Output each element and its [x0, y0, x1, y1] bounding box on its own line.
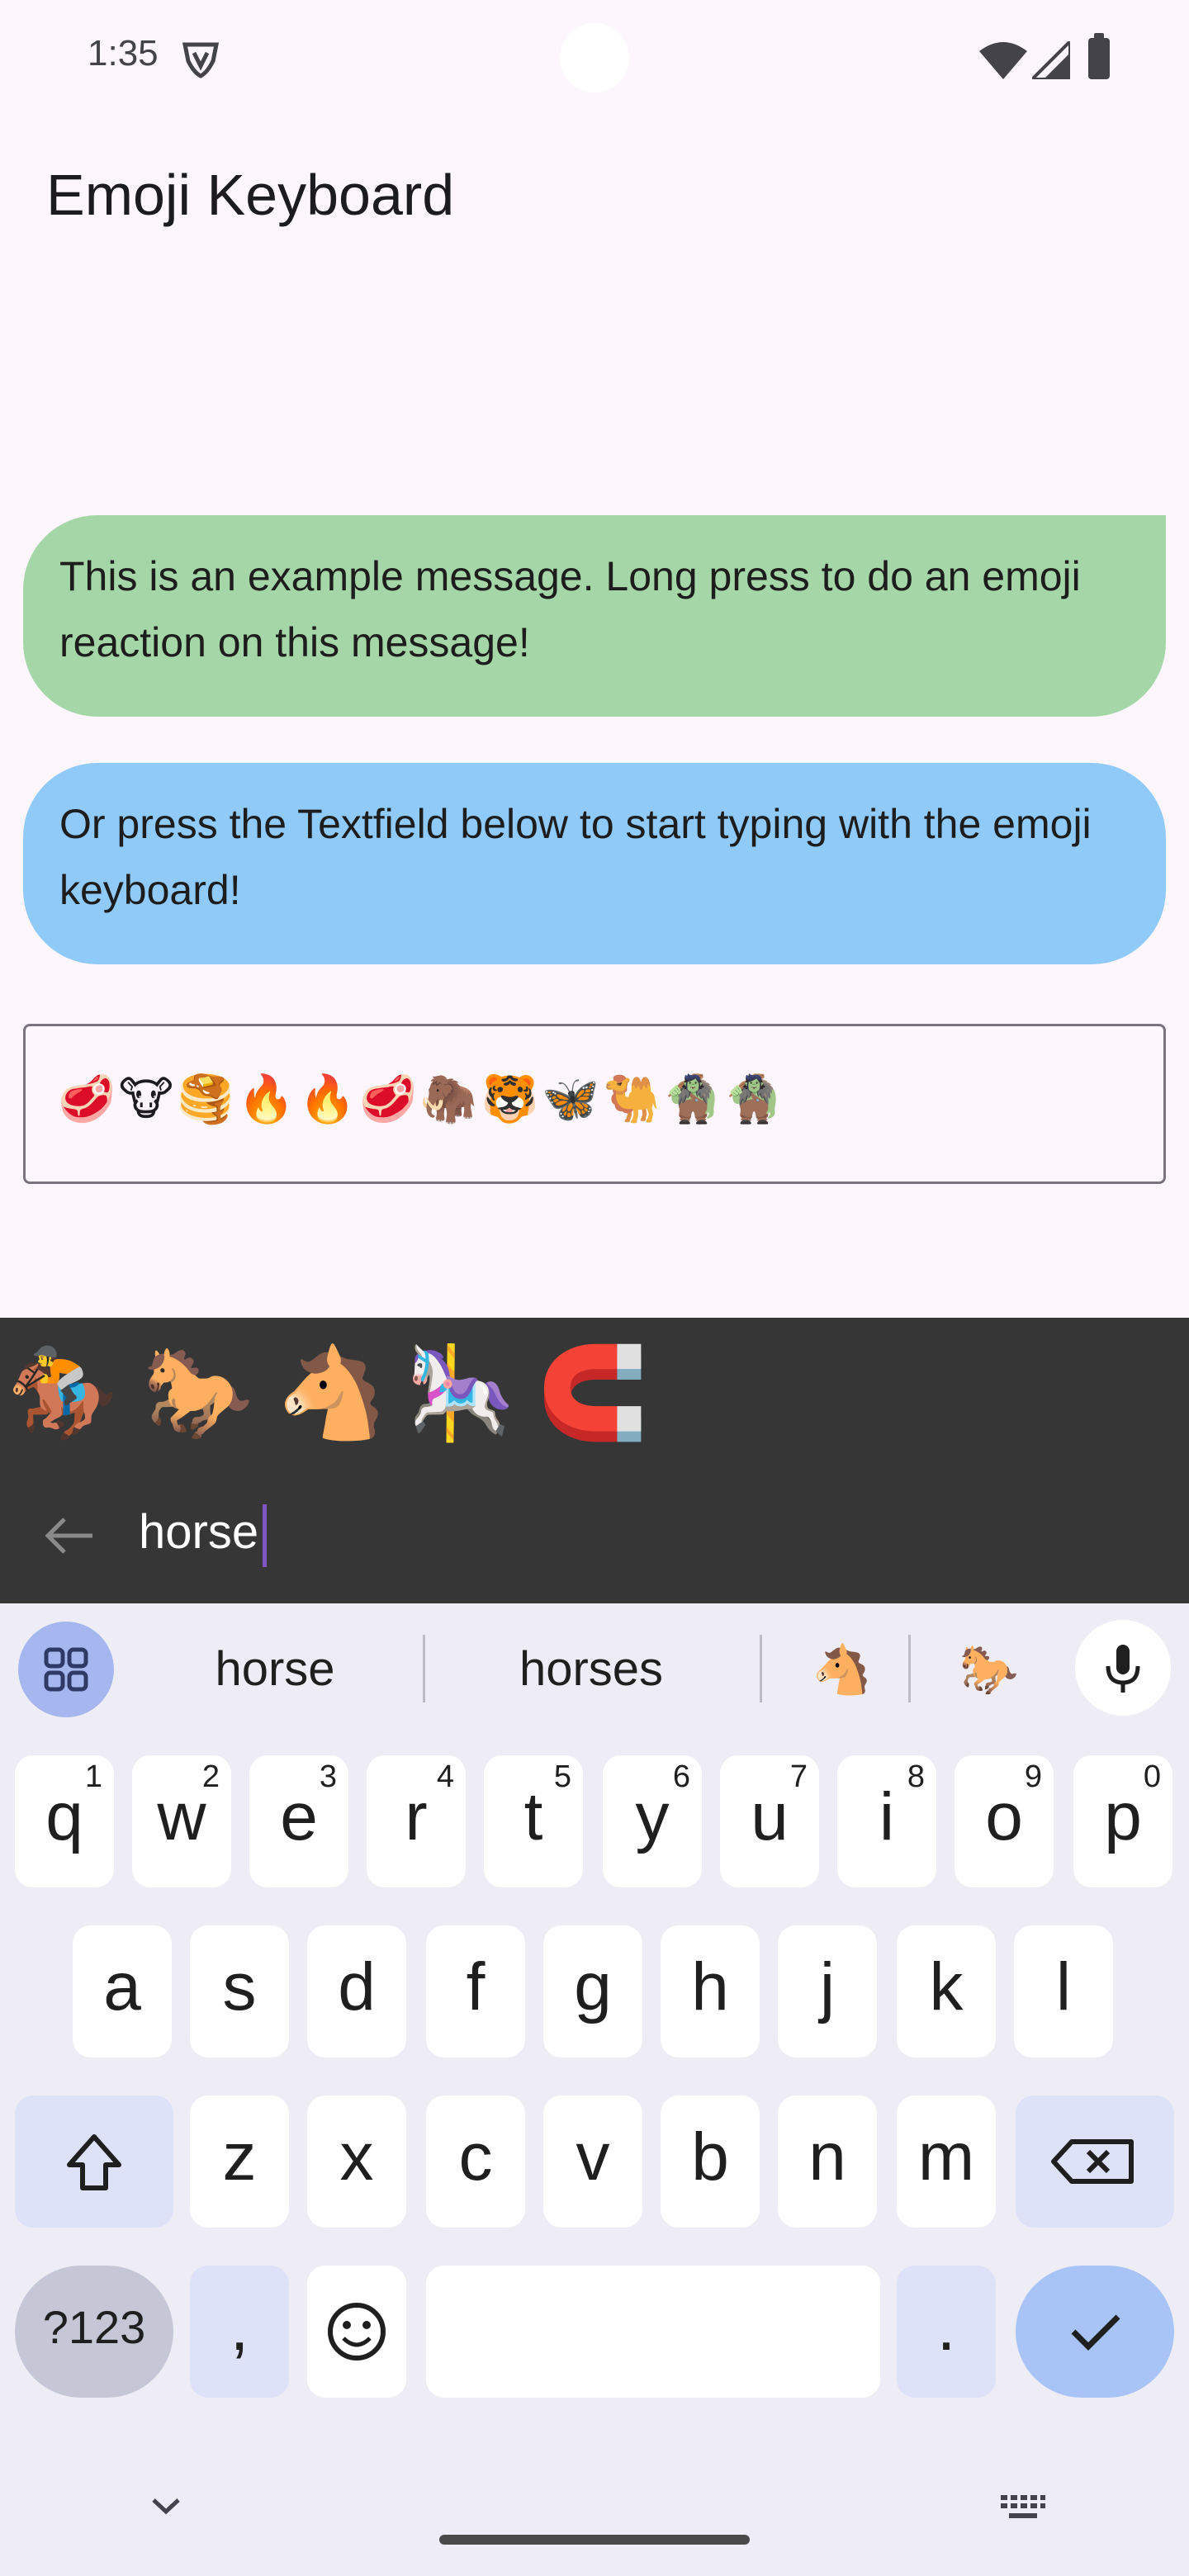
shift-key[interactable]: [15, 2095, 173, 2228]
shift-icon: [67, 2134, 121, 2190]
backspace-key[interactable]: [1016, 2095, 1174, 2228]
camera-cutout: [560, 23, 629, 92]
checkmark-icon: [1071, 2314, 1120, 2351]
key-b[interactable]: b: [661, 2095, 760, 2228]
key-v[interactable]: v: [543, 2095, 642, 2228]
key-i[interactable]: i8: [837, 1755, 936, 1887]
key-m[interactable]: m: [897, 2095, 996, 2228]
suggestion-emoji-horse[interactable]: 🐎: [923, 1641, 1055, 1698]
key-x[interactable]: x: [307, 2095, 406, 2228]
keyboard: [0, 1603, 1189, 2576]
keyboard-switch-icon[interactable]: [999, 2492, 1047, 2525]
done-key[interactable]: [1016, 2266, 1174, 2398]
period-key[interactable]: .: [897, 2266, 996, 2398]
cell-signal-icon: [1032, 41, 1070, 79]
wifi-icon: [979, 42, 1027, 79]
emoji-key[interactable]: [307, 2266, 406, 2398]
suggestion-divider: [760, 1635, 762, 1702]
key-u[interactable]: u7: [720, 1755, 819, 1887]
voice-input-button[interactable]: [1075, 1620, 1171, 1716]
key-s[interactable]: s: [190, 1925, 289, 2057]
emoji-result-magnet[interactable]: 🧲: [535, 1336, 651, 1451]
key-f[interactable]: f: [426, 1925, 525, 2057]
message-text: Or press the Textfield below to start ty…: [59, 801, 1092, 913]
message-text: This is an example message. Long press t…: [59, 553, 1081, 665]
apps-grid-button[interactable]: [18, 1622, 114, 1717]
textfield-value: 🥩🐮🥞🔥🔥🥩🦣🐯🦋🐫🧌🧌: [58, 1073, 786, 1126]
key-n[interactable]: n: [778, 2095, 877, 2228]
backspace-icon: [1051, 2139, 1134, 2184]
text-cursor: [263, 1504, 267, 1567]
suggestion-emoji-horse-face[interactable]: 🐴: [776, 1641, 908, 1698]
key-o[interactable]: o9: [955, 1755, 1054, 1887]
key-y[interactable]: y6: [603, 1755, 702, 1887]
emoji-result-horse-racing[interactable]: 🏇: [5, 1336, 121, 1451]
key-e[interactable]: e3: [249, 1755, 348, 1887]
key-r[interactable]: r4: [367, 1755, 466, 1887]
comma-key[interactable]: ,: [190, 2266, 289, 2398]
suggestion-horse[interactable]: horse: [140, 1641, 410, 1697]
gesture-nav-handle[interactable]: [439, 2535, 750, 2545]
microphone-icon: [1106, 1645, 1140, 1693]
key-q[interactable]: q1: [15, 1755, 114, 1887]
key-c[interactable]: c: [426, 2095, 525, 2228]
key-d[interactable]: d: [307, 1925, 406, 2057]
key-k[interactable]: k: [897, 1925, 996, 2057]
vpn-shield-icon: [182, 42, 220, 78]
key-a[interactable]: a: [73, 1925, 172, 2057]
example-message-bubble[interactable]: This is an example message. Long press t…: [23, 515, 1166, 717]
emoji-result-carousel-horse[interactable]: 🎠: [403, 1336, 519, 1451]
emoji-search-query[interactable]: horse: [139, 1504, 258, 1560]
key-z[interactable]: z: [190, 2095, 289, 2228]
suggestion-horses[interactable]: horses: [438, 1641, 745, 1697]
suggestion-divider: [423, 1635, 425, 1702]
status-time: 1:35: [88, 33, 159, 73]
app-title: Emoji Keyboard: [46, 163, 455, 227]
emoji-result-horse-face[interactable]: 🐴: [274, 1336, 390, 1451]
key-h[interactable]: h: [661, 1925, 760, 2057]
key-w[interactable]: w2: [132, 1755, 231, 1887]
key-p[interactable]: p0: [1073, 1755, 1172, 1887]
instruction-message-bubble[interactable]: Or press the Textfield below to start ty…: [23, 763, 1166, 964]
emoji-result-horse[interactable]: 🐎: [140, 1336, 256, 1451]
key-l[interactable]: l: [1014, 1925, 1113, 2057]
emoji-smiley-icon: [328, 2303, 386, 2361]
key-t[interactable]: t5: [484, 1755, 583, 1887]
space-key[interactable]: [426, 2266, 880, 2398]
grid-icon: [44, 1647, 88, 1692]
battery-icon: [1088, 33, 1110, 79]
key-g[interactable]: g: [543, 1925, 642, 2057]
hide-keyboard-chevron-icon[interactable]: [147, 2493, 185, 2518]
back-arrow-icon[interactable]: [43, 1516, 96, 1556]
suggestion-divider: [908, 1635, 911, 1702]
key-j[interactable]: j: [778, 1925, 877, 2057]
symbols-key[interactable]: ?123: [15, 2266, 173, 2398]
